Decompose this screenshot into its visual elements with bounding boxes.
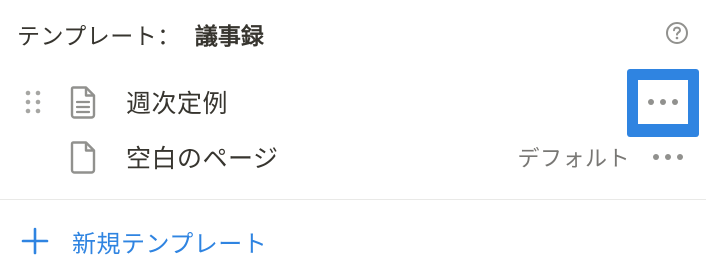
divider [0, 199, 706, 200]
template-item[interactable]: 週次定例 [0, 76, 706, 128]
document-lines-icon [68, 85, 98, 119]
ellipsis-icon [648, 99, 678, 105]
ellipsis-icon [653, 154, 683, 160]
more-options-button[interactable] [627, 69, 699, 137]
document-blank-icon [68, 140, 98, 174]
question-circle-icon[interactable] [664, 20, 690, 46]
template-item-label: 週次定例 [126, 89, 229, 118]
template-item-label: 空白のページ [126, 144, 279, 173]
template-name: 議事録 [194, 24, 264, 50]
template-header: テンプレート： 議事録 [17, 14, 692, 54]
more-options-inner [638, 80, 688, 124]
template-item[interactable]: 空白のページ デフォルト [0, 131, 706, 183]
plus-icon [20, 226, 50, 256]
header-prefix: テンプレート： [17, 24, 181, 50]
default-badge: デフォルト [517, 147, 630, 172]
new-template-button[interactable]: 新規テンプレート [20, 220, 267, 262]
new-template-label: 新規テンプレート [72, 229, 268, 258]
more-options-button[interactable] [650, 139, 686, 175]
drag-handle-icon[interactable] [24, 88, 42, 116]
